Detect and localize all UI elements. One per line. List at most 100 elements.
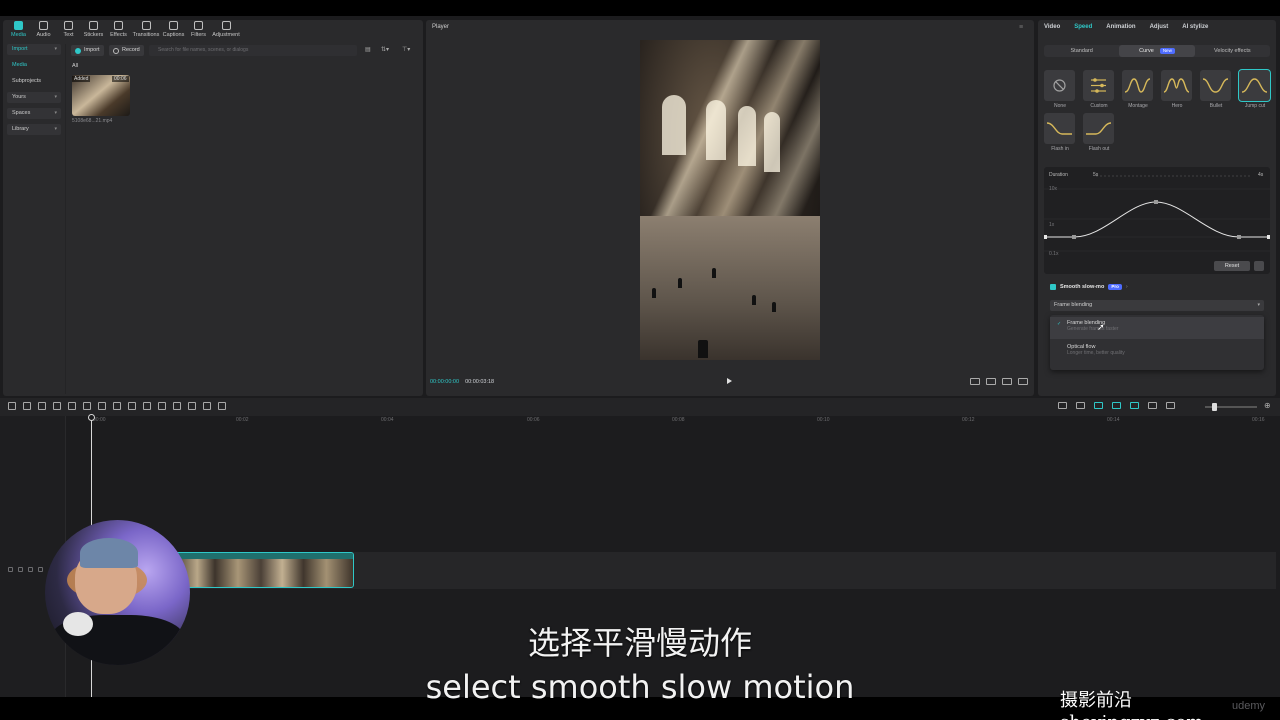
- split-right-icon[interactable]: [83, 402, 91, 410]
- undo-icon[interactable]: [23, 402, 31, 410]
- video-preview[interactable]: [640, 40, 820, 360]
- snap-icon[interactable]: [1112, 402, 1121, 409]
- ai-tool-2-icon[interactable]: [218, 402, 226, 410]
- playhead-handle[interactable]: [88, 414, 95, 421]
- smooth-slowmo-dropdown: ✓ Frame blending Generate frames faster …: [1050, 315, 1264, 370]
- sort-icon[interactable]: ⇅▾: [381, 45, 389, 56]
- ruler-tick: 00:06: [527, 417, 540, 423]
- duration-label: Duration: [1049, 172, 1068, 178]
- player-menu-icon[interactable]: ≡: [1019, 24, 1023, 31]
- captions-icon: [169, 21, 178, 30]
- caption-track-icon[interactable]: [1148, 402, 1157, 409]
- mode-velocity-effects[interactable]: Velocity effects: [1195, 45, 1270, 57]
- lock-icon[interactable]: [18, 567, 23, 572]
- rotate-icon[interactable]: [173, 402, 181, 410]
- mute-icon[interactable]: [38, 567, 43, 572]
- option-frame-blending[interactable]: ✓ Frame blending Generate frames faster: [1050, 317, 1264, 339]
- play-icon[interactable]: [727, 378, 732, 384]
- tool-media[interactable]: Media: [6, 20, 31, 40]
- smooth-slowmo-label: Smooth slow-mo: [1060, 284, 1105, 290]
- fullscreen-icon[interactable]: [1018, 378, 1028, 385]
- preset-montage[interactable]: [1122, 70, 1153, 101]
- marker-icon[interactable]: [113, 402, 121, 410]
- smooth-slowmo-row: Smooth slow-mo Pro ›: [1050, 284, 1128, 290]
- tab-animation[interactable]: Animation: [1106, 24, 1135, 30]
- tool-captions[interactable]: Captions: [161, 20, 186, 40]
- option-optical-flow[interactable]: Optical flow Longer time, better quality: [1050, 341, 1264, 363]
- crop-icon[interactable]: [986, 378, 996, 385]
- sticker-icon: [89, 21, 98, 30]
- nav-subprojects[interactable]: Subprojects: [7, 76, 61, 87]
- grid-view-icon[interactable]: ▤: [365, 45, 371, 56]
- import-button[interactable]: Import: [71, 45, 104, 56]
- smooth-slowmo-checkbox[interactable]: [1050, 284, 1056, 290]
- timeline-right-tools: [1058, 402, 1175, 409]
- split-icon[interactable]: [53, 402, 61, 410]
- preset-bullet[interactable]: [1200, 70, 1231, 101]
- tab-adjust[interactable]: Adjust: [1150, 24, 1169, 30]
- timeline-tools: [8, 402, 226, 410]
- ratio-icon[interactable]: [970, 378, 980, 385]
- tool-text[interactable]: Text: [56, 20, 81, 40]
- zoom-out-icon[interactable]: [1166, 402, 1175, 409]
- search-input[interactable]: Search for file names, scenes, or dialog…: [149, 45, 357, 56]
- nav-yours[interactable]: Yours ▾: [7, 92, 61, 103]
- cover-icon[interactable]: [8, 567, 13, 572]
- magnet-icon[interactable]: [1094, 402, 1103, 409]
- text-icon: [64, 21, 73, 30]
- reset-button[interactable]: Reset: [1214, 261, 1250, 271]
- reverse-icon[interactable]: [143, 402, 151, 410]
- tool-transitions[interactable]: Transitions: [131, 20, 161, 40]
- tool-stickers[interactable]: Stickers: [81, 20, 106, 40]
- video-clip[interactable]: [175, 552, 354, 588]
- split-left-icon[interactable]: [68, 402, 76, 410]
- tool-effects[interactable]: Effects: [106, 20, 131, 40]
- visibility-icon[interactable]: [28, 567, 33, 572]
- record-button[interactable]: Record: [109, 45, 144, 56]
- ai-tool-icon[interactable]: [203, 402, 211, 410]
- zoom-in-icon[interactable]: ⊕: [1264, 401, 1271, 410]
- tool-filters[interactable]: Filters: [186, 20, 211, 40]
- properties-tabs: Video Speed Animation Adjust AI stylize: [1044, 24, 1208, 30]
- nav-import[interactable]: Import ▾: [7, 44, 61, 55]
- nav-media[interactable]: Media: [7, 60, 61, 71]
- preset-hero[interactable]: [1161, 70, 1192, 101]
- preset-flash-out[interactable]: [1083, 113, 1114, 144]
- nav-spaces[interactable]: Spaces ▾: [7, 108, 61, 119]
- preview-axis-icon[interactable]: [1130, 402, 1139, 409]
- crop-tool-icon[interactable]: [188, 402, 196, 410]
- import-icon: [75, 47, 81, 54]
- speed-curve-editor[interactable]: [1044, 167, 1270, 274]
- microphone-icon[interactable]: [1058, 402, 1067, 409]
- preset-jump-cut[interactable]: [1238, 69, 1271, 102]
- mode-standard[interactable]: Standard: [1044, 45, 1119, 57]
- preview-quality-icon[interactable]: [1002, 378, 1012, 385]
- filter-all[interactable]: All: [72, 63, 78, 69]
- tab-video[interactable]: Video: [1044, 24, 1060, 30]
- preset-flash-in[interactable]: [1044, 113, 1075, 144]
- mirror-icon[interactable]: [158, 402, 166, 410]
- nav-library[interactable]: Library ▾: [7, 124, 61, 135]
- ruler-tick: 00:04: [381, 417, 394, 423]
- delete-icon[interactable]: [98, 402, 106, 410]
- tab-speed[interactable]: Speed: [1074, 24, 1092, 30]
- flash-out-curve-icon: [1086, 122, 1112, 135]
- mode-curve[interactable]: Curve New: [1119, 45, 1195, 57]
- preset-none[interactable]: [1044, 70, 1075, 101]
- zoom-slider-handle[interactable]: [1212, 403, 1217, 411]
- link-icon[interactable]: [1076, 402, 1085, 409]
- tool-audio[interactable]: Audio: [31, 20, 56, 40]
- tab-ai-stylize[interactable]: AI stylize: [1182, 24, 1208, 30]
- curve-options-button[interactable]: [1254, 261, 1264, 271]
- preset-label: Custom: [1090, 103, 1108, 109]
- select-tool-icon[interactable]: [8, 402, 16, 410]
- tool-adjustment[interactable]: Adjustment: [211, 20, 241, 40]
- ruler-tick: 00:16: [1252, 417, 1265, 423]
- redo-icon[interactable]: [38, 402, 46, 410]
- video-figure: [772, 302, 776, 312]
- preset-custom[interactable]: [1083, 70, 1114, 101]
- filter-icon[interactable]: ⊤▾: [402, 45, 410, 56]
- smooth-slowmo-select[interactable]: Frame blending ▾: [1050, 300, 1264, 311]
- new-badge: New: [1159, 48, 1175, 54]
- freeze-icon[interactable]: [128, 402, 136, 410]
